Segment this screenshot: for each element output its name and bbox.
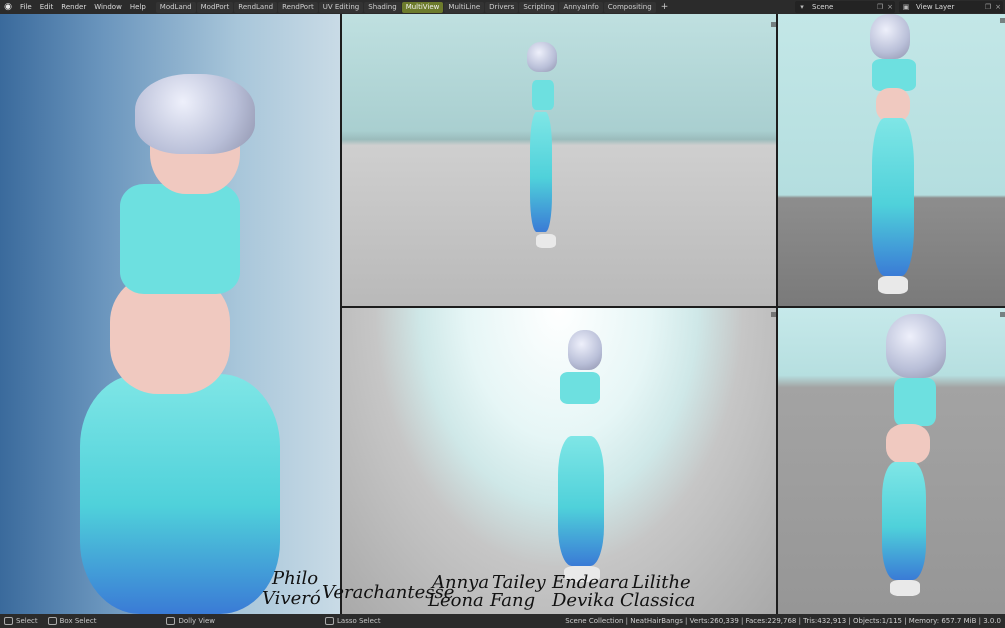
status-bar: Select Box Select Dolly View Lasso Selec… xyxy=(0,614,1005,628)
tab-modport[interactable]: ModPort xyxy=(196,1,234,13)
status-select-label: Select xyxy=(16,617,38,625)
viewport-render-closeup[interactable] xyxy=(0,14,340,614)
character-hair-rear xyxy=(886,314,946,378)
character-pants-persp xyxy=(558,436,604,566)
character-hair-persp xyxy=(568,330,602,370)
character-figure-persp xyxy=(550,330,606,585)
character-top-persp xyxy=(560,372,600,404)
signature-word: Devika xyxy=(552,590,615,611)
character-figure-rear xyxy=(878,314,948,600)
tab-rendport[interactable]: RendPort xyxy=(278,1,318,13)
viewport-side[interactable] xyxy=(342,14,776,306)
view-layer-icon: ▣ xyxy=(902,3,910,11)
character-shoe-back xyxy=(878,276,908,294)
character-hair-side xyxy=(527,42,557,72)
scene-icon: ▾ xyxy=(800,3,804,11)
main-menu: File Edit Render Window Help xyxy=(16,0,150,14)
character-pants-rear xyxy=(882,462,926,580)
scene-close-icon[interactable]: × xyxy=(885,3,895,11)
character-shoe-side xyxy=(536,234,556,248)
mouse-left-icon xyxy=(4,617,13,625)
viewport-corner-handle[interactable] xyxy=(1000,18,1005,23)
signature-word: Philo xyxy=(272,568,319,589)
mouse-middle-icon xyxy=(166,617,176,625)
tab-compositing[interactable]: Compositing xyxy=(603,1,656,13)
menu-file[interactable]: File xyxy=(16,0,36,14)
signature-watermark: Philo Viveró Verachantesse Annya Leona T… xyxy=(262,568,702,614)
scene-selector[interactable]: ▾ Scene ❐ × xyxy=(795,1,895,13)
tab-scripting[interactable]: Scripting xyxy=(519,1,559,13)
mouse-right-icon xyxy=(325,617,334,625)
tab-rendland[interactable]: RendLand xyxy=(234,1,278,13)
signature-word: Classica xyxy=(620,590,696,611)
status-box-select: Box Select xyxy=(44,617,97,625)
tab-modland[interactable]: ModLand xyxy=(155,1,196,13)
character-hair-back xyxy=(870,14,910,59)
menu-help[interactable]: Help xyxy=(126,0,150,14)
character-hair xyxy=(135,74,255,154)
character-top xyxy=(120,184,240,294)
view-layer-close-icon[interactable]: × xyxy=(993,3,1003,11)
status-stats: Scene Collection | NeatHairBangs | Verts… xyxy=(565,617,1001,625)
view-layer-label: View Layer xyxy=(916,3,955,11)
add-workspace-button[interactable]: + xyxy=(657,2,673,12)
character-pants xyxy=(80,374,280,614)
blender-logo-icon[interactable]: ◉ xyxy=(0,0,16,14)
viewport-back[interactable] xyxy=(778,14,1005,306)
viewport-corner-handle[interactable] xyxy=(771,22,776,27)
workspace-tabs: ModLand ModPort RendLand RendPort UV Edi… xyxy=(155,1,673,13)
character-figure xyxy=(40,74,300,614)
character-torso-back xyxy=(876,88,910,122)
viewport-rear[interactable] xyxy=(778,308,1005,614)
tab-shading[interactable]: Shading xyxy=(364,1,401,13)
character-pants-side xyxy=(530,112,552,232)
mouse-left-drag-icon xyxy=(47,617,57,625)
status-box-select-label: Box Select xyxy=(59,617,97,625)
tab-uv-editing[interactable]: UV Editing xyxy=(318,1,364,13)
tab-drivers[interactable]: Drivers xyxy=(485,1,519,13)
character-top-side xyxy=(532,80,554,110)
status-dolly-view: Dolly View xyxy=(162,617,215,625)
tab-multiview[interactable]: MultiView xyxy=(401,1,444,13)
character-figure-back xyxy=(866,14,926,299)
status-select: Select xyxy=(0,617,38,625)
character-pants-back xyxy=(872,118,914,276)
view-layer-selector[interactable]: ▣ View Layer ❐ × xyxy=(899,1,1003,13)
character-figure-side xyxy=(522,42,572,262)
top-bar: ◉ File Edit Render Window Help ModLand M… xyxy=(0,0,1005,14)
menu-window[interactable]: Window xyxy=(90,0,126,14)
scene-label: Scene xyxy=(812,3,834,11)
status-dolly-view-label: Dolly View xyxy=(178,617,215,625)
menu-render[interactable]: Render xyxy=(57,0,90,14)
signature-word: Leona xyxy=(428,590,484,611)
character-top-rear xyxy=(894,378,936,426)
character-torso-rear xyxy=(886,424,930,464)
status-lasso-select-label: Lasso Select xyxy=(337,617,381,625)
signature-word: Fang xyxy=(490,590,536,611)
view-layer-copy-icon[interactable]: ❐ xyxy=(983,3,993,11)
character-shoe-rear xyxy=(890,580,920,596)
tab-annyainfo[interactable]: AnnyaInfo xyxy=(559,1,603,13)
scene-copy-icon[interactable]: ❐ xyxy=(875,3,885,11)
viewport-corner-handle[interactable] xyxy=(771,312,776,317)
menu-edit[interactable]: Edit xyxy=(36,0,58,14)
signature-word: Viveró xyxy=(262,588,321,609)
status-lasso-select: Lasso Select xyxy=(321,617,381,625)
viewport-corner-handle[interactable] xyxy=(1000,312,1005,317)
tab-multiline[interactable]: MultiLine xyxy=(444,1,485,13)
character-top-back xyxy=(872,59,916,91)
